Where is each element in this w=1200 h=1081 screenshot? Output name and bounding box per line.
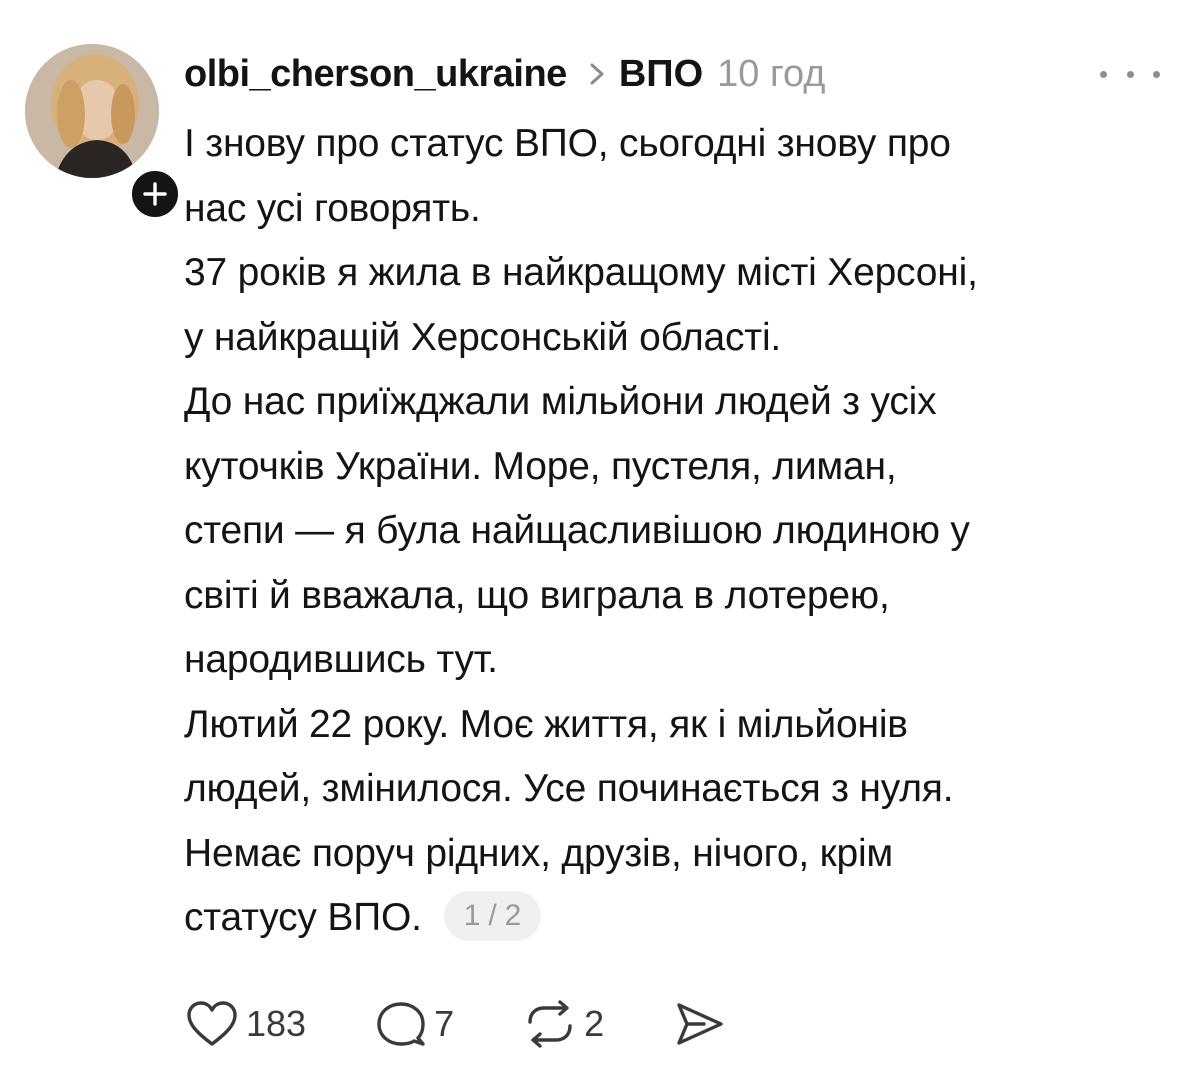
chevron-right-icon xyxy=(589,62,605,86)
post-text-line: куточків України. Море, пустеля, лиман, xyxy=(184,444,897,488)
post-text-line: степи — я була найщасливішою людиною у xyxy=(184,509,970,552)
post-text-line: Немає поруч рідних, друзів, нічого, крім xyxy=(184,831,894,875)
plus-icon xyxy=(143,182,167,206)
post-text-line: І знову про статус ВПО, сьогодні знову п… xyxy=(184,122,951,165)
post-body: І знову про статус ВПО, сьогодні знову п… xyxy=(184,112,1174,951)
thread-post: olbi_cherson_ukraine ВПО 10 год І знову … xyxy=(0,0,1200,1081)
like-button[interactable]: 183 xyxy=(186,1000,306,1048)
reply-button[interactable]: 7 xyxy=(376,1000,454,1048)
post-text-line: До нас приїжджали мільйони людей з усіх xyxy=(184,380,937,423)
post-text-line: людей, змінилося. Усе починається з нуля… xyxy=(184,767,954,810)
page-indicator: 1 / 2 xyxy=(443,890,542,941)
repost-button[interactable]: 2 xyxy=(524,1000,604,1048)
post-timestamp: 10 год xyxy=(717,52,826,95)
avatar-photo xyxy=(25,44,159,178)
post-text-line-last: статусу ВПО. 1 / 2 xyxy=(184,886,1174,951)
share-button[interactable] xyxy=(674,1000,726,1048)
avatar[interactable] xyxy=(25,44,159,178)
post-header: olbi_cherson_ukraine ВПО 10 год xyxy=(184,48,825,100)
repost-count: 2 xyxy=(584,1003,605,1044)
post-text-line: Лютий 22 року. Моє життя, як і мільйонів xyxy=(184,702,908,746)
follow-button[interactable] xyxy=(127,166,183,222)
heart-icon xyxy=(187,1001,237,1046)
comment-icon xyxy=(377,1002,425,1046)
more-options-button[interactable] xyxy=(1100,56,1160,92)
action-bar: 183 7 2 xyxy=(186,996,726,1052)
post-text-line: світі й вважала, що виграла в лотерею, xyxy=(184,573,890,617)
reply-count: 7 xyxy=(434,1003,455,1044)
post-text-line: у найкращій Херсонській області. xyxy=(184,315,782,359)
repost-icon xyxy=(528,1000,572,1048)
username-link[interactable]: olbi_cherson_ukraine xyxy=(184,53,567,96)
post-text-final: статусу ВПО. xyxy=(184,896,422,939)
more-horizontal-icon xyxy=(1100,70,1107,78)
send-icon xyxy=(677,1003,723,1045)
post-text-line: народившись тут. xyxy=(184,638,498,681)
like-count: 183 xyxy=(246,1003,307,1044)
post-text-line: нас усі говорять. xyxy=(184,186,481,230)
topic-tag[interactable]: ВПО xyxy=(619,53,703,96)
author-avatar-container[interactable] xyxy=(25,44,183,222)
post-text-line: 37 років я жила в найкращому місті Херсо… xyxy=(184,251,978,294)
